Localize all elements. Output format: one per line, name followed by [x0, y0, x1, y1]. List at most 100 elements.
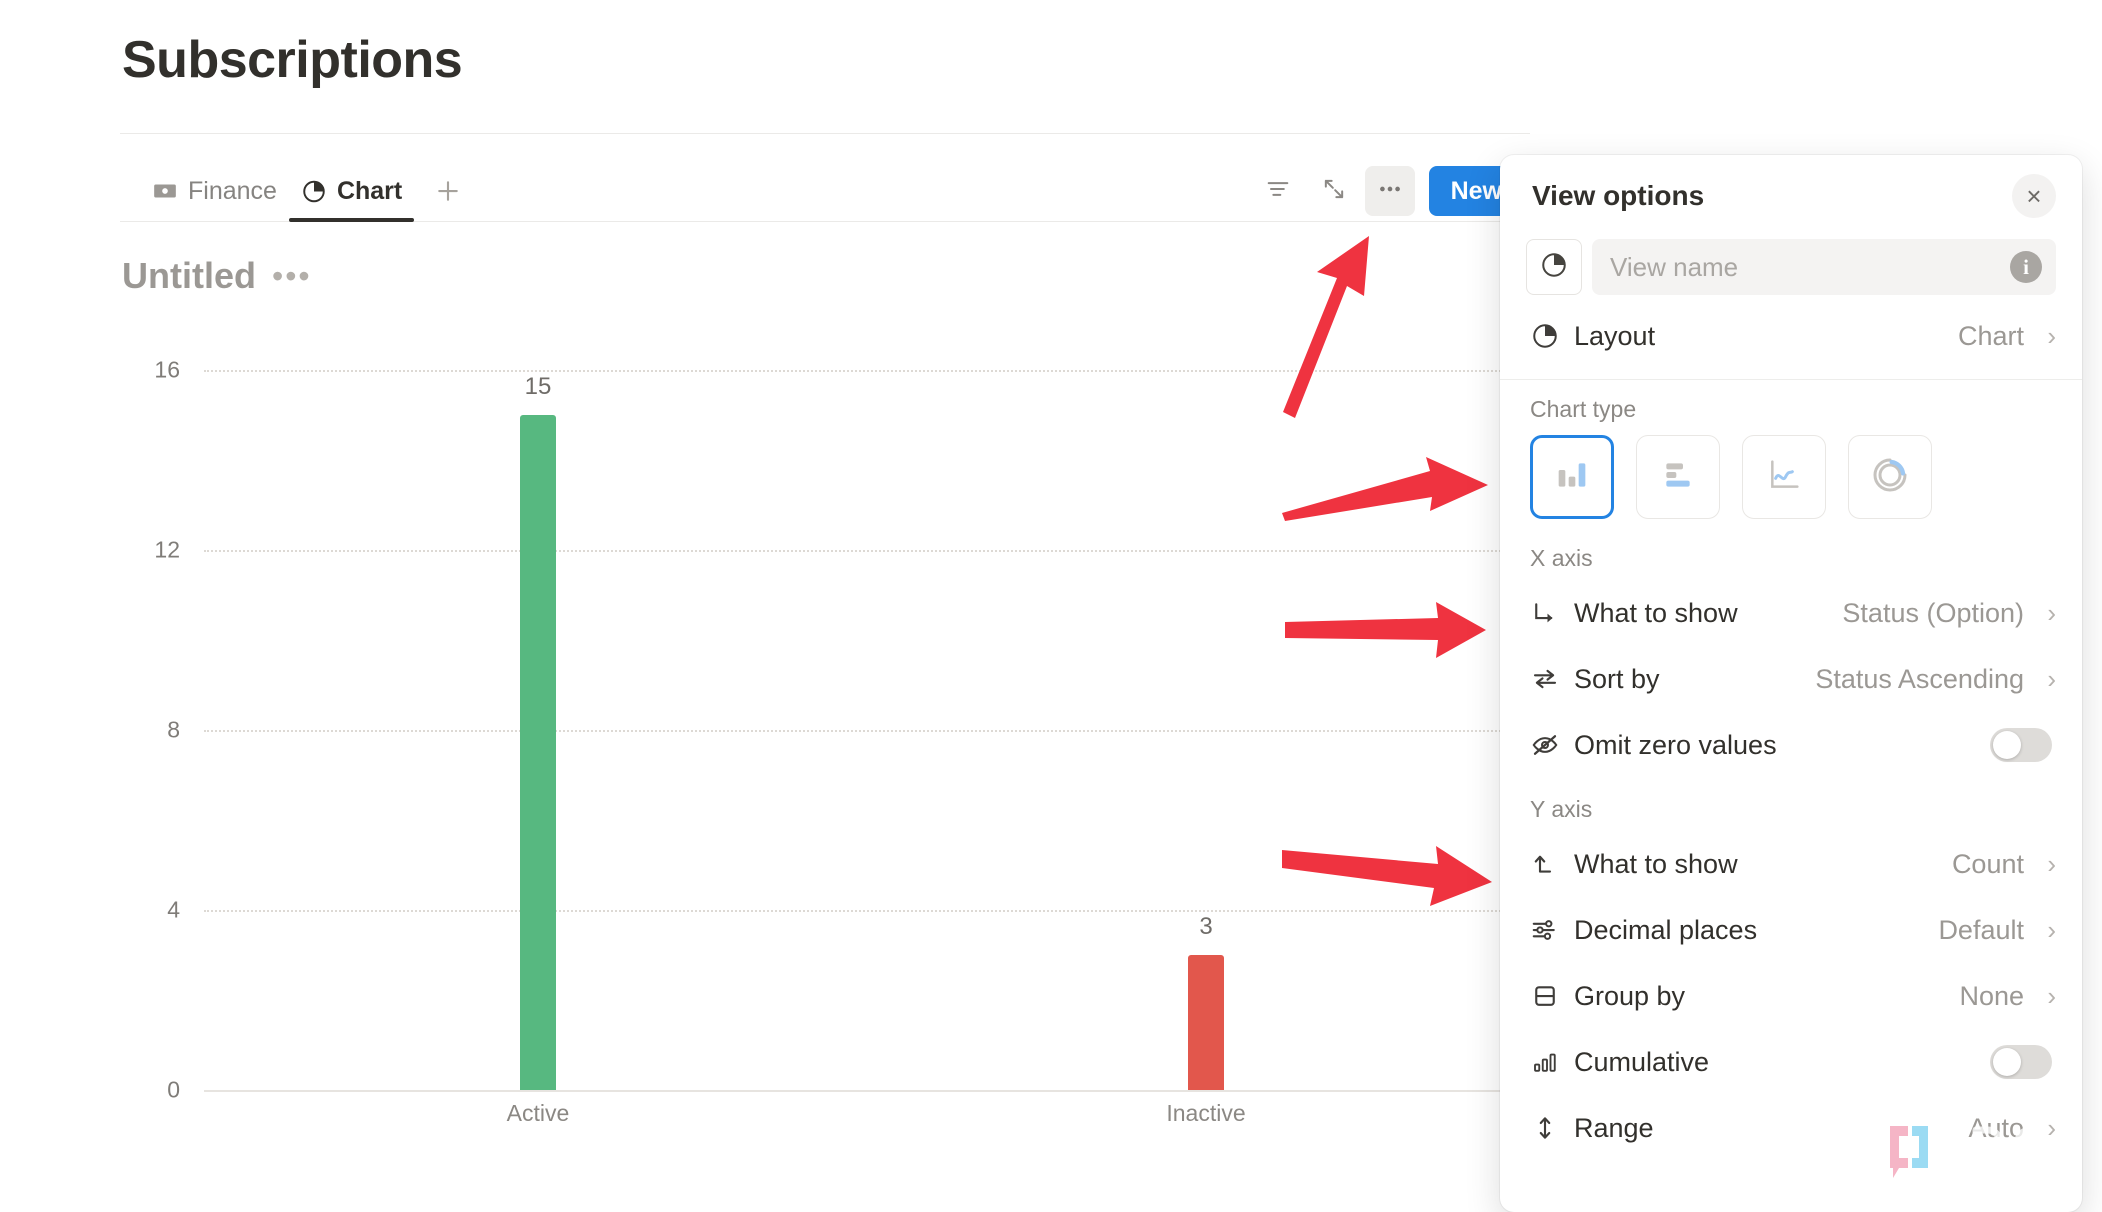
- chart-title[interactable]: Untitled: [122, 255, 256, 297]
- omit-zero-values-toggle[interactable]: [1990, 728, 2052, 762]
- y-axis-tick-label: 4: [167, 896, 180, 923]
- y-cumulative-label: Cumulative: [1574, 1046, 1710, 1077]
- chevron-right-icon: ›: [2047, 663, 2056, 694]
- x-omit-zero-label: Omit zero values: [1574, 729, 1777, 760]
- chart-bar-value-label: 15: [524, 373, 552, 400]
- tab-finance[interactable]: Finance: [140, 160, 289, 222]
- chevron-right-icon: ›: [2047, 1112, 2056, 1143]
- more-options-button[interactable]: [1364, 166, 1415, 216]
- x-axis-what-to-show-row[interactable]: What to show Status (Option) ›: [1500, 580, 2082, 646]
- panel-title: View options: [1532, 180, 1705, 211]
- tab-chart-label: Chart: [336, 176, 403, 205]
- y-axis-range-row[interactable]: Range Auto ›: [1500, 1095, 2082, 1161]
- layout-row[interactable]: Layout Chart ›: [1500, 303, 2082, 369]
- x-axis-tick-label: Active: [506, 1100, 570, 1126]
- chevron-right-icon: ›: [2047, 597, 2056, 628]
- y-axis-decimal-places-row[interactable]: Decimal places Default ›: [1500, 897, 2082, 963]
- updown-arrow-icon: [1530, 1113, 1574, 1143]
- x-axis-line: [204, 1090, 1540, 1092]
- filter-button[interactable]: [1253, 166, 1303, 216]
- x-what-to-show-value: Status (Option): [1842, 597, 2024, 628]
- view-tab-bar: Finance Chart New: [120, 160, 1540, 230]
- view-name-input[interactable]: View name i: [1592, 239, 2056, 295]
- y-range-value: Auto: [1968, 1112, 2024, 1143]
- y-axis-cumulative-row[interactable]: Cumulative: [1500, 1029, 2082, 1095]
- y-axis-tick-label: 8: [167, 716, 180, 743]
- cumulative-toggle[interactable]: [1990, 1045, 2052, 1079]
- panel-divider: [1500, 379, 2082, 380]
- x-axis-tick-label: Inactive: [1166, 1100, 1246, 1126]
- chart-type-line-button[interactable]: [1742, 435, 1826, 519]
- y-axis-section-label: Y axis: [1530, 796, 1593, 822]
- y-group-by-label: Group by: [1574, 980, 1686, 1011]
- add-view-button[interactable]: [426, 169, 470, 213]
- vertical-bar-chart-icon: [1552, 455, 1592, 500]
- money-icon: [152, 178, 178, 204]
- sort-swap-icon: [1530, 664, 1574, 694]
- eye-off-icon: [1530, 730, 1574, 760]
- layout-label: Layout: [1574, 320, 1656, 351]
- layout-value: Chart: [1957, 320, 2024, 351]
- chevron-right-icon: ›: [2047, 320, 2056, 351]
- horizontal-bar-chart-icon: [1658, 455, 1698, 500]
- chevron-right-icon: ›: [2047, 848, 2056, 879]
- chart-bar-value-label: 3: [1199, 913, 1213, 940]
- y-range-label: Range: [1574, 1112, 1654, 1143]
- close-panel-button[interactable]: ×: [2012, 174, 2056, 218]
- x-sort-by-value: Status Ascending: [1815, 663, 2024, 694]
- x-sort-by-label: Sort by: [1574, 663, 1660, 694]
- pie-chart-icon: [1530, 321, 1574, 351]
- sliders-icon: [1530, 915, 1574, 945]
- y-axis-group-by-row[interactable]: Group by None ›: [1500, 963, 2082, 1029]
- filter-icon: [1264, 175, 1292, 208]
- x-axis-sort-by-row[interactable]: Sort by Status Ascending ›: [1500, 646, 2082, 712]
- info-icon[interactable]: i: [2010, 251, 2042, 283]
- view-icon-button[interactable]: [1526, 239, 1582, 295]
- arrow-up-axis-icon: [1530, 849, 1574, 879]
- chart-bar[interactable]: [520, 415, 556, 1090]
- chart-type-donut-button[interactable]: [1848, 435, 1932, 519]
- y-decimal-places-value: Default: [1938, 914, 2024, 945]
- y-axis-labels: 0 4 8 12 16: [120, 357, 180, 1103]
- chart-grid: 15 Active 3 Inactive: [204, 370, 1540, 1126]
- ellipsis-icon: [1376, 175, 1404, 208]
- view-name-placeholder: View name: [1610, 251, 1739, 282]
- tab-list: Finance Chart: [140, 160, 470, 222]
- page-title: Subscriptions: [122, 31, 463, 89]
- y-what-to-show-label: What to show: [1574, 848, 1738, 879]
- chart-type-horizontal-bar-button[interactable]: [1636, 435, 1720, 519]
- chevron-right-icon: ›: [2047, 980, 2056, 1011]
- arrow-turn-right-icon: [1530, 598, 1574, 628]
- toggle-knob: [1993, 1048, 2021, 1076]
- chart-menu-button[interactable]: •••: [272, 260, 312, 292]
- bar-steps-icon: [1530, 1047, 1574, 1077]
- x-axis-omit-zero-row[interactable]: Omit zero values: [1500, 712, 2082, 778]
- y-decimal-places-label: Decimal places: [1574, 914, 1758, 945]
- tab-chart[interactable]: Chart: [288, 160, 415, 222]
- y-axis-tick-label: 0: [167, 1076, 180, 1103]
- toggle-knob: [1993, 731, 2021, 759]
- chart-bar[interactable]: [1188, 955, 1224, 1090]
- line-chart-icon: [1764, 455, 1804, 500]
- expand-icon: [1320, 175, 1348, 208]
- gridline: [204, 370, 1540, 372]
- x-axis-section-label: X axis: [1530, 545, 1593, 571]
- tab-finance-label: Finance: [188, 176, 277, 205]
- close-icon: ×: [2026, 180, 2042, 211]
- rows-icon: [1530, 981, 1574, 1011]
- header-divider: [120, 133, 1530, 134]
- chart-type-vertical-bar-button[interactable]: [1530, 435, 1614, 519]
- pie-chart-icon: [301, 178, 327, 204]
- chart-header: Untitled •••: [122, 255, 312, 297]
- pie-chart-icon: [1539, 250, 1569, 285]
- y-group-by-value: None: [1959, 980, 2024, 1011]
- gridline: [204, 550, 1540, 552]
- view-toolbar: New: [1253, 166, 1524, 216]
- view-options-panel: View options × View name i Layout Chart …: [1500, 155, 2082, 1212]
- expand-button[interactable]: [1309, 166, 1359, 216]
- gridline: [204, 730, 1540, 732]
- gridline: [204, 910, 1540, 912]
- chart-type-options: [1500, 431, 2082, 519]
- donut-chart-icon: [1870, 455, 1910, 500]
- y-axis-what-to-show-row[interactable]: What to show Count ›: [1500, 831, 2082, 897]
